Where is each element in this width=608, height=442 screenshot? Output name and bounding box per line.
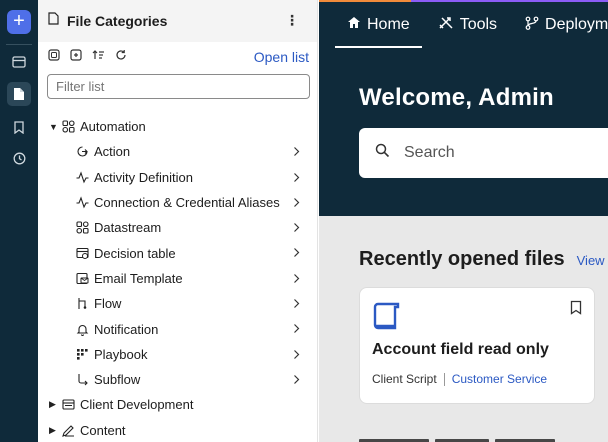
- chevron-right-icon: [293, 171, 300, 186]
- subflow-icon: [75, 373, 89, 387]
- branch-icon: [525, 16, 539, 35]
- chevron-right-icon: [293, 373, 300, 388]
- panel-toolbar: Open list: [38, 42, 317, 72]
- tree-item-label: Datastream: [94, 220, 162, 236]
- history-icon[interactable]: [7, 146, 31, 170]
- tree-item-label: Connection & Credential Aliases: [94, 195, 280, 211]
- caret-down-icon: ▼: [49, 121, 58, 132]
- sort-icon[interactable]: [92, 48, 105, 66]
- panel-title: File Categories: [67, 13, 168, 29]
- chevron-right-icon: [293, 322, 300, 337]
- tree-item-notification[interactable]: Notification: [38, 316, 318, 341]
- records-icon[interactable]: [7, 50, 31, 74]
- card-meta: Client Script Customer Service: [372, 372, 547, 386]
- script-file-icon: [372, 302, 402, 335]
- bell-icon: [75, 322, 89, 336]
- tree-item-automation[interactable]: ▼ Automation: [38, 114, 318, 139]
- chevron-right-icon: [293, 246, 300, 261]
- tab-home[interactable]: Home: [335, 2, 422, 48]
- panel-header: File Categories ⋮: [38, 0, 317, 42]
- tree-item-label: Notification: [94, 321, 159, 337]
- welcome-heading: Welcome, Admin: [359, 84, 554, 111]
- tree-item-label: Automation: [80, 119, 146, 135]
- collapse-all-icon[interactable]: [70, 48, 82, 66]
- caret-right-icon: ▶: [49, 424, 56, 435]
- home-icon: [347, 16, 361, 34]
- tree-item-label: Subflow: [94, 372, 141, 388]
- tree-item-label: Content: [80, 422, 126, 438]
- top-nav: Home Tools Deploym: [319, 2, 608, 48]
- left-rail: +: [0, 0, 38, 442]
- expand-all-icon[interactable]: [48, 48, 60, 66]
- search-icon: [375, 143, 390, 163]
- document-icon[interactable]: [7, 82, 31, 106]
- tab-label: Deploym: [545, 16, 608, 33]
- panel-menu-icon[interactable]: ⋮: [285, 12, 299, 29]
- recent-files-header: Recently opened files View: [359, 248, 605, 271]
- search-placeholder: Search: [404, 144, 455, 161]
- chevron-right-icon: [293, 297, 300, 312]
- email-template-icon: [75, 271, 89, 285]
- tree-item-label: Email Template: [94, 270, 183, 286]
- main-content: Home Tools Deploym Welcome, Admin Search…: [319, 0, 608, 442]
- refresh-icon[interactable]: [115, 48, 127, 66]
- category-tree: ▼ Automation Action Activity Definition …: [38, 114, 318, 442]
- tree-item-datastream[interactable]: Datastream: [38, 215, 318, 240]
- action-icon: [75, 145, 89, 159]
- tab-deployment[interactable]: Deploym: [525, 2, 608, 48]
- flow-icon: [75, 297, 89, 311]
- chevron-right-icon: [293, 221, 300, 236]
- chevron-right-icon: [293, 348, 300, 363]
- card-title: Account field read only: [372, 341, 549, 358]
- activity-icon: [75, 170, 89, 184]
- tree-item-playbook[interactable]: Playbook: [38, 342, 318, 367]
- tree-item-action[interactable]: Action: [38, 139, 318, 164]
- tree-item-activity-definition[interactable]: Activity Definition: [38, 165, 318, 190]
- tree-item-decision-table[interactable]: Decision table: [38, 240, 318, 265]
- tree-item-email-template[interactable]: Email Template: [38, 266, 318, 291]
- tab-label: Home: [367, 16, 410, 33]
- tree-item-label: Flow: [94, 296, 122, 312]
- chevron-right-icon: [293, 272, 300, 287]
- content-icon: [61, 423, 75, 437]
- chevron-right-icon: [293, 145, 300, 160]
- tree-item-label: Decision table: [94, 245, 176, 261]
- tools-icon: [438, 16, 454, 35]
- tree-item-flow[interactable]: Flow: [38, 291, 318, 316]
- bookmark-icon[interactable]: [7, 115, 31, 139]
- meta-divider: [443, 372, 445, 386]
- datastream-icon: [75, 221, 89, 235]
- chevron-right-icon: [293, 196, 300, 211]
- rail-divider: [6, 44, 32, 45]
- file-icon: [48, 12, 59, 30]
- card-app-link[interactable]: Customer Service: [452, 372, 547, 386]
- view-all-link[interactable]: View: [577, 253, 605, 268]
- open-list-link[interactable]: Open list: [254, 49, 309, 65]
- filter-input[interactable]: [47, 74, 310, 99]
- tree-item-content[interactable]: ▶ Content: [38, 418, 318, 442]
- playbook-icon: [75, 347, 89, 361]
- file-categories-panel: File Categories ⋮ Open list ▼ Automation…: [38, 0, 318, 442]
- tree-item-label: Client Development: [80, 397, 194, 413]
- bookmark-icon[interactable]: [570, 300, 582, 320]
- create-new-button[interactable]: +: [7, 10, 31, 34]
- tab-label: Tools: [459, 16, 498, 33]
- recent-files-heading: Recently opened files: [359, 248, 565, 270]
- tab-tools[interactable]: Tools: [438, 2, 497, 48]
- recent-file-card[interactable]: Account field read only Client Script Cu…: [359, 287, 595, 404]
- tree-item-label: Playbook: [94, 346, 148, 362]
- tree-item-connection-credential-aliases[interactable]: Connection & Credential Aliases: [38, 190, 318, 215]
- caret-right-icon: ▶: [49, 399, 56, 410]
- tree-item-subflow[interactable]: Subflow: [38, 367, 318, 392]
- tree-item-label: Action: [94, 144, 131, 160]
- tree-item-label: Activity Definition: [94, 169, 193, 185]
- decision-table-icon: [75, 246, 89, 260]
- next-section-heading: [359, 434, 599, 442]
- connection-icon: [75, 196, 89, 210]
- client-development-icon: [61, 398, 75, 412]
- tree-item-client-development[interactable]: ▶ Client Development: [38, 392, 318, 417]
- automation-icon: [61, 120, 75, 134]
- search-input[interactable]: Search: [359, 128, 608, 178]
- card-type: Client Script: [372, 372, 437, 386]
